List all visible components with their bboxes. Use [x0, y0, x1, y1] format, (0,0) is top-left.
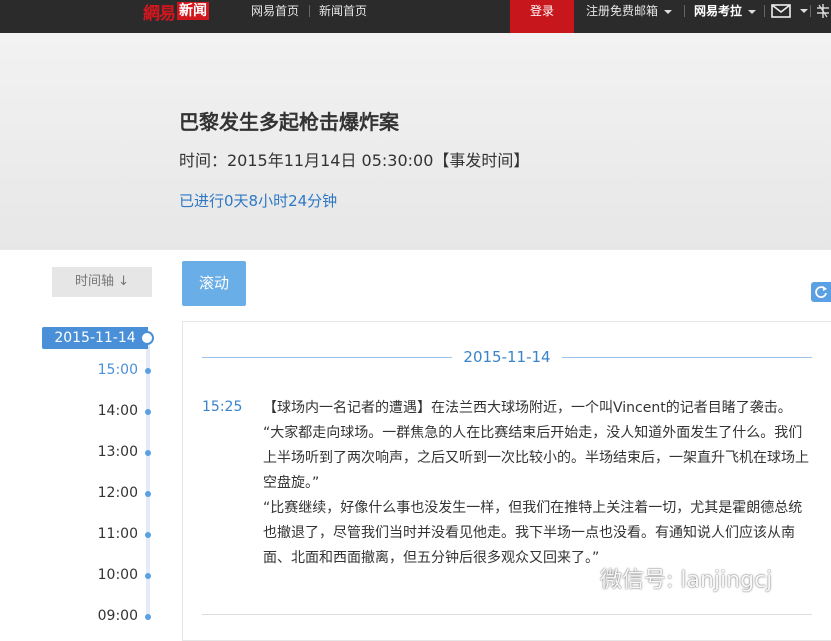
- grid-menu-icon[interactable]: [816, 3, 830, 19]
- timeline-hour-dot: [145, 409, 151, 415]
- timeline-hour[interactable]: 09:00: [88, 608, 138, 624]
- nav-divider: [810, 5, 811, 17]
- page-title: 巴黎发生多起枪击爆炸案: [179, 110, 399, 134]
- entry-paragraph: “大家都走向球场。一群焦急的人在比赛结束后开始走，没人知道外面发生了什么。我们上…: [263, 425, 809, 491]
- timeline-hour-dot: [145, 491, 151, 497]
- elapsed-time: 已进行0天8小时24分钟: [179, 192, 338, 210]
- logo-sub-text: 新闻: [177, 2, 209, 20]
- refresh-icon[interactable]: [811, 282, 831, 302]
- event-header: [0, 33, 831, 250]
- nav-news-home-link[interactable]: 新闻首页: [319, 0, 367, 22]
- top-nav-bar: 網易 新闻 网易首页 新闻首页 注册免费邮箱 网易考拉: [0, 0, 831, 33]
- netease-kaola-label: 网易考拉: [694, 4, 743, 18]
- timeline-toggle-button[interactable]: 时间轴 ↓: [52, 267, 152, 297]
- mail-icon[interactable]: [771, 4, 791, 18]
- timeline-hour[interactable]: 12:00: [88, 485, 138, 501]
- scroll-mode-button[interactable]: 滚动: [182, 261, 246, 306]
- nav-home-link[interactable]: 网易首页: [251, 0, 299, 22]
- timeline-hour-dot: [145, 532, 151, 538]
- entry-paragraph: 【球场内一名记者的遭遇】在法兰西大球场附近，一个叫Vincent的记者目睹了袭击…: [263, 400, 792, 416]
- watermark-text: 微信号: lanjingcj: [600, 568, 773, 593]
- entry-divider: [202, 614, 812, 615]
- netease-news-logo[interactable]: 網易 新闻: [143, 0, 209, 24]
- nav-divider: [684, 5, 685, 17]
- feed-date-label: 2015-11-14: [463, 348, 551, 366]
- event-time: 时间：2015年11月14日 05:30:00【事发时间】: [179, 151, 530, 170]
- register-mail-menu[interactable]: 注册免费邮箱: [586, 0, 673, 22]
- timeline-date[interactable]: 2015-11-14: [42, 327, 148, 349]
- timeline-hour[interactable]: 14:00: [88, 403, 138, 419]
- register-mail-label: 注册免费邮箱: [586, 4, 659, 18]
- netease-kaola-menu[interactable]: 网易考拉: [694, 0, 757, 22]
- timeline-hour-dot: [145, 573, 151, 579]
- logo-main-text: 網易: [143, 3, 176, 24]
- nav-divider: [764, 5, 765, 17]
- login-button[interactable]: 登录: [510, 0, 574, 37]
- timeline-hour[interactable]: 11:00: [88, 526, 138, 542]
- timeline-hour-dot: [145, 614, 151, 620]
- chevron-down-icon: [748, 9, 757, 14]
- wechat-watermark: 微信号: lanjingcj: [558, 560, 772, 596]
- entry-body: 【球场内一名记者的遭遇】在法兰西大球场附近，一个叫Vincent的记者目睹了袭击…: [263, 396, 813, 571]
- entry-time: 15:25: [202, 399, 243, 415]
- feed-date-header: 2015-11-14: [202, 348, 812, 367]
- timeline-hour-dot: [145, 450, 151, 456]
- timeline-hour-dot: [145, 368, 151, 374]
- timeline-date-marker: [140, 331, 154, 345]
- wechat-icon: [559, 564, 593, 590]
- timeline-hour[interactable]: 15:00: [88, 362, 138, 378]
- timeline-hour[interactable]: 13:00: [88, 444, 138, 460]
- nav-divider: [309, 5, 310, 17]
- timeline-hour[interactable]: 10:00: [88, 567, 138, 583]
- chevron-down-icon: [664, 9, 673, 14]
- chevron-down-icon[interactable]: [800, 9, 808, 13]
